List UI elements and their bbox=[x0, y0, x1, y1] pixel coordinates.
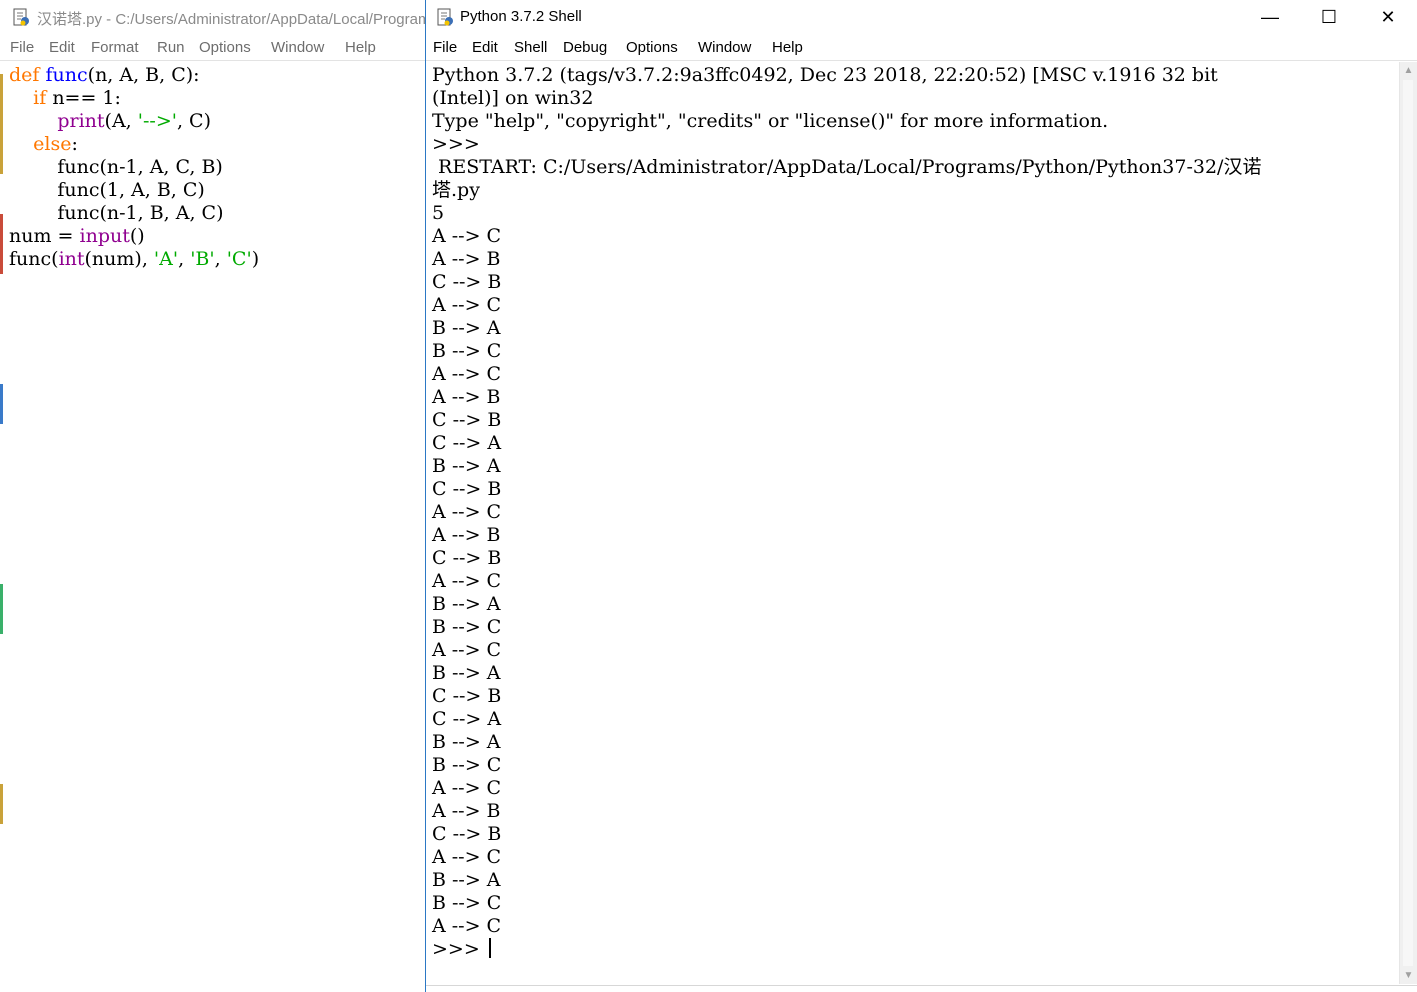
move-line: C --> A bbox=[432, 432, 502, 454]
editor-menu-edit[interactable]: Edit bbox=[49, 39, 75, 56]
move-line: A --> C bbox=[432, 639, 502, 661]
editor-code-area[interactable]: def func(n, A, B, C): if n== 1: print(A,… bbox=[9, 64, 425, 992]
editor-menu-divider bbox=[0, 60, 425, 61]
shell-title: Python 3.7.2 Shell bbox=[460, 8, 582, 25]
shell-menu-help[interactable]: Help bbox=[772, 39, 803, 56]
python-file-icon bbox=[13, 8, 29, 26]
move-line: A --> C bbox=[432, 363, 502, 385]
move-line: B --> A bbox=[432, 731, 501, 753]
move-line: C --> B bbox=[432, 823, 502, 845]
vertical-scrollbar[interactable]: ▲ ▼ bbox=[1399, 62, 1417, 984]
window-bottom-border bbox=[426, 985, 1417, 992]
move-line: C --> B bbox=[432, 478, 502, 500]
move-line: C --> B bbox=[432, 409, 502, 431]
move-line: A --> C bbox=[432, 225, 502, 247]
move-line: B --> A bbox=[432, 662, 501, 684]
shell-window: Python 3.7.2 Shell — ☐ ✕ File Edit Shell… bbox=[426, 0, 1417, 992]
move-line: B --> A bbox=[432, 455, 501, 477]
move-line: A --> B bbox=[432, 248, 501, 270]
move-line: B --> C bbox=[432, 340, 502, 362]
shell-menu-shell[interactable]: Shell bbox=[514, 39, 547, 56]
editor-window: 汉诺塔.py - C:/Users/Administrator/AppData/… bbox=[0, 0, 426, 992]
code-line-3: print(A, '-->', C) bbox=[57, 110, 211, 132]
scrollbar-thumb[interactable] bbox=[1403, 80, 1413, 966]
banner-line-3: Type "help", "copyright", "credits" or "… bbox=[432, 110, 1109, 132]
shell-menu-window[interactable]: Window bbox=[698, 39, 751, 56]
move-line: C --> B bbox=[432, 685, 502, 707]
move-line: A --> B bbox=[432, 386, 501, 408]
move-line: B --> A bbox=[432, 593, 501, 615]
close-icon: ✕ bbox=[1380, 6, 1396, 27]
move-line: A --> B bbox=[432, 800, 501, 822]
shell-menu-file[interactable]: File bbox=[433, 39, 457, 56]
editor-menu-window[interactable]: Window bbox=[271, 39, 324, 56]
move-line: B --> C bbox=[432, 754, 502, 776]
banner-line-1: Python 3.7.2 (tags/v3.7.2:9a3ffc0492, De… bbox=[432, 64, 1218, 86]
move-line: B --> C bbox=[432, 892, 502, 914]
editor-menu-file[interactable]: File bbox=[10, 39, 34, 56]
editor-edge-strip bbox=[0, 64, 3, 992]
move-line: C --> A bbox=[432, 708, 502, 730]
editor-menu-run[interactable]: Run bbox=[157, 39, 185, 56]
shell-titlebar[interactable]: Python 3.7.2 Shell — ☐ ✕ bbox=[426, 0, 1417, 34]
editor-title: 汉诺塔.py - C:/Users/Administrator/AppData/… bbox=[37, 11, 426, 28]
scroll-down-icon[interactable]: ▼ bbox=[1400, 967, 1417, 984]
code-line-8: num = input() bbox=[9, 225, 145, 247]
editor-menu-options[interactable]: Options bbox=[199, 39, 251, 56]
restart-line-1: RESTART: C:/Users/Administrator/AppData/… bbox=[432, 156, 1262, 178]
move-line: B --> C bbox=[432, 616, 502, 638]
move-line: A --> C bbox=[432, 294, 502, 316]
editor-menubar: File Edit Format Run Options Window Help bbox=[0, 37, 425, 61]
minimize-icon: — bbox=[1261, 6, 1279, 27]
shell-menu-edit[interactable]: Edit bbox=[472, 39, 498, 56]
minimize-button[interactable]: — bbox=[1241, 0, 1299, 34]
text-cursor bbox=[488, 938, 491, 958]
editor-titlebar[interactable]: 汉诺塔.py - C:/Users/Administrator/AppData/… bbox=[0, 0, 425, 34]
shell-menu-divider bbox=[426, 60, 1417, 61]
move-line: A --> B bbox=[432, 524, 501, 546]
editor-menu-help[interactable]: Help bbox=[345, 39, 376, 56]
code-line-7: func(n-1, B, A, C) bbox=[9, 202, 224, 224]
move-line: B --> A bbox=[432, 869, 501, 891]
final-prompt[interactable]: >>> bbox=[432, 938, 491, 961]
move-line: A --> C bbox=[432, 501, 502, 523]
user-input-value: 5 bbox=[432, 202, 445, 224]
shell-menu-debug[interactable]: Debug bbox=[563, 39, 607, 56]
shell-prompt: >>> bbox=[432, 133, 480, 155]
editor-menu-format[interactable]: Format bbox=[91, 39, 139, 56]
move-line: A --> C bbox=[432, 846, 502, 868]
code-line-1: def func(n, A, B, C): bbox=[9, 64, 200, 86]
move-line: A --> C bbox=[432, 570, 502, 592]
scroll-up-icon[interactable]: ▲ bbox=[1400, 62, 1417, 79]
code-line-4: else: bbox=[33, 133, 78, 155]
shell-menu-options[interactable]: Options bbox=[626, 39, 678, 56]
restart-line-2: 塔.py bbox=[432, 179, 480, 201]
maximize-icon: ☐ bbox=[1320, 6, 1338, 27]
move-line: A --> C bbox=[432, 915, 502, 937]
move-line: C --> B bbox=[432, 547, 502, 569]
close-button[interactable]: ✕ bbox=[1359, 0, 1417, 34]
shell-output-area[interactable]: Python 3.7.2 (tags/v3.7.2:9a3ffc0492, De… bbox=[432, 64, 1392, 992]
code-line-9: func(int(num), 'A', 'B', 'C') bbox=[9, 248, 260, 270]
move-line: A --> C bbox=[432, 777, 502, 799]
banner-line-2: (Intel)] on win32 bbox=[432, 87, 594, 109]
maximize-button[interactable]: ☐ bbox=[1300, 0, 1358, 34]
move-line: B --> A bbox=[432, 317, 501, 339]
python-shell-icon bbox=[437, 8, 453, 26]
code-line-5: func(n-1, A, C, B) bbox=[9, 156, 223, 178]
shell-menubar: File Edit Shell Debug Options Window Hel… bbox=[426, 37, 1417, 61]
move-line: C --> B bbox=[432, 271, 502, 293]
code-line-2: if n== 1: bbox=[33, 87, 121, 109]
code-line-6: func(1, A, B, C) bbox=[9, 179, 205, 201]
